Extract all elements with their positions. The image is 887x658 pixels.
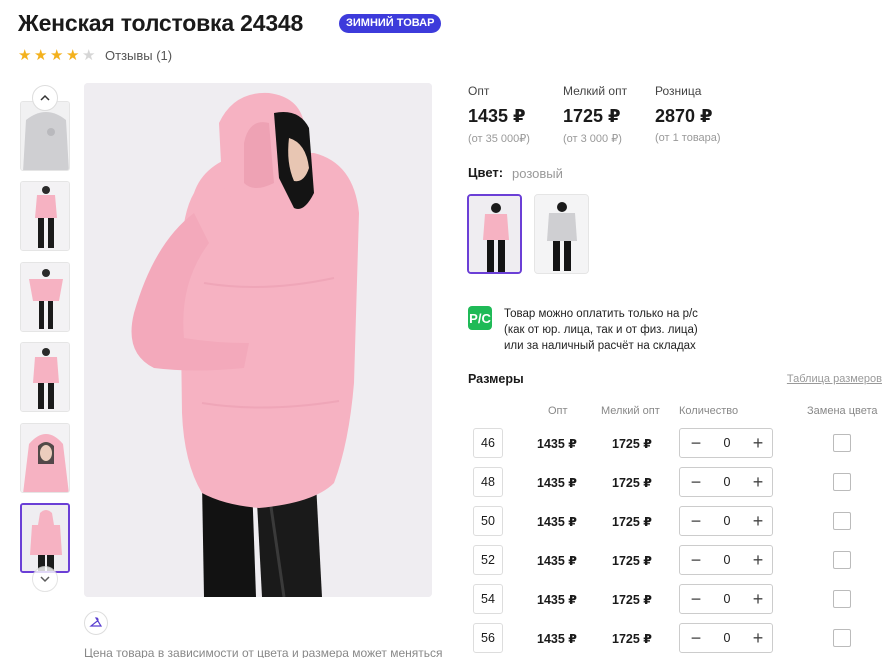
bank-transfer-icon: Р/С [468,306,492,330]
thumbs-scroll-down-button[interactable] [32,566,58,592]
row-small-price: 1725 ₽ [612,632,652,646]
size-row: 48 1435 ₽ 1725 ₽ − 0 + [0,467,887,499]
price-label: Розница [655,84,702,98]
color-swatch-gray[interactable] [534,194,589,274]
price-label: Мелкий опт [563,84,628,98]
quantity-stepper: − 0 + [679,428,773,458]
quantity-value[interactable]: 0 [714,436,740,450]
payment-note: Товар можно оплатить только на р/с (как … [504,306,698,354]
minus-button[interactable]: − [688,551,704,569]
row-small-price: 1725 ₽ [612,593,652,607]
payment-note-line: Товар можно оплатить только на р/с [504,308,698,320]
price-wholesale: Опт 1435 ₽ (от 35 000₽) [468,84,530,145]
row-wholesale-price: 1435 ₽ [537,593,577,607]
size-table-link[interactable]: Таблица размеров [787,373,882,385]
row-wholesale-price: 1435 ₽ [537,554,577,568]
color-label: Цвет: [468,165,504,180]
thumbnail-2[interactable] [20,181,70,251]
size-row: 50 1435 ₽ 1725 ₽ − 0 + [0,506,887,538]
winter-badge: ЗИМНИЙ ТОВАР [339,14,442,33]
quantity-value[interactable]: 0 [714,592,740,606]
row-small-price: 1725 ₽ [612,554,652,568]
plus-button[interactable]: + [750,551,766,569]
quantity-stepper: − 0 + [679,506,773,536]
plus-button[interactable]: + [750,629,766,647]
quantity-value[interactable]: 0 [714,514,740,528]
color-swap-checkbox[interactable] [833,473,851,491]
thumbnail-3[interactable] [20,262,70,332]
row-small-price: 1725 ₽ [612,515,652,529]
col-header-wholesale: Опт [548,405,568,417]
price-value: 1725 ₽ [563,106,621,126]
quantity-stepper: − 0 + [679,584,773,614]
size-row: 52 1435 ₽ 1725 ₽ − 0 + [0,545,887,577]
price-retail: Розница 2870 ₽ (от 1 товара) [655,84,721,144]
row-wholesale-price: 1435 ₽ [537,476,577,490]
minus-button[interactable]: − [688,590,704,608]
plus-button[interactable]: + [750,512,766,530]
payment-note-line: (как от юр. лица, так и от физ. лица) [504,324,698,336]
size-row: 46 1435 ₽ 1725 ₽ − 0 + [0,428,887,460]
star-icon: ★ [50,47,64,64]
price-value: 1435 ₽ [468,106,526,126]
size-row: 56 1435 ₽ 1725 ₽ − 0 + [0,623,887,655]
quantity-value[interactable]: 0 [714,475,740,489]
color-swap-checkbox[interactable] [833,434,851,452]
col-header-small-wholesale: Мелкий опт [601,405,660,417]
price-condition: (от 3 000 ₽) [563,133,622,145]
minus-button[interactable]: − [688,473,704,491]
size-label: 48 [473,467,503,497]
sizes-heading: Размеры [468,372,524,386]
rating-stars: ★ ★ ★ ★ ★ [18,47,96,64]
product-title: Женская толстовка 24348 [18,10,304,36]
thumbnail-4[interactable] [20,342,70,412]
star-icon: ★ [66,47,80,64]
minus-button[interactable]: − [688,434,704,452]
color-swap-checkbox[interactable] [833,590,851,608]
size-label: 50 [473,506,503,536]
color-swap-checkbox[interactable] [833,551,851,569]
color-swatch-pink[interactable] [467,194,522,274]
minus-button[interactable]: − [688,629,704,647]
price-condition: (от 1 товара) [655,132,721,144]
row-wholesale-price: 1435 ₽ [537,515,577,529]
row-small-price: 1725 ₽ [612,437,652,451]
size-label: 56 [473,623,503,653]
price-value: 2870 ₽ [655,106,713,126]
reviews-link[interactable]: Отзывы (1) [105,48,172,63]
quantity-stepper: − 0 + [679,623,773,653]
plus-button[interactable]: + [750,434,766,452]
thumbs-scroll-up-button[interactable] [32,85,58,111]
size-row: 54 1435 ₽ 1725 ₽ − 0 + [0,584,887,616]
row-wholesale-price: 1435 ₽ [537,437,577,451]
plus-button[interactable]: + [750,590,766,608]
quantity-value[interactable]: 0 [714,631,740,645]
star-icon: ★ [34,47,48,64]
price-condition: (от 35 000₽) [468,133,530,145]
color-value: розовый [512,166,563,181]
size-label: 54 [473,584,503,614]
size-label: 52 [473,545,503,575]
quantity-value[interactable]: 0 [714,553,740,567]
color-swap-checkbox[interactable] [833,512,851,530]
row-small-price: 1725 ₽ [612,476,652,490]
chevron-down-icon [40,576,50,583]
color-swap-checkbox[interactable] [833,629,851,647]
row-wholesale-price: 1435 ₽ [537,632,577,646]
star-empty-icon: ★ [82,47,96,64]
minus-button[interactable]: − [688,512,704,530]
price-small-wholesale: Мелкий опт 1725 ₽ (от 3 000 ₽) [563,84,627,145]
col-header-quantity: Количество [679,405,739,417]
quantity-stepper: − 0 + [679,545,773,575]
plus-button[interactable]: + [750,473,766,491]
star-icon: ★ [18,47,32,64]
size-label: 46 [473,428,503,458]
quantity-stepper: − 0 + [679,467,773,497]
thumbnail-1[interactable] [20,101,70,171]
price-label: Опт [468,84,490,98]
col-header-color-swap: Замена цвета [807,405,878,417]
payment-note-line: или за наличный расчёт на складах [504,340,696,352]
chevron-up-icon [40,94,50,101]
